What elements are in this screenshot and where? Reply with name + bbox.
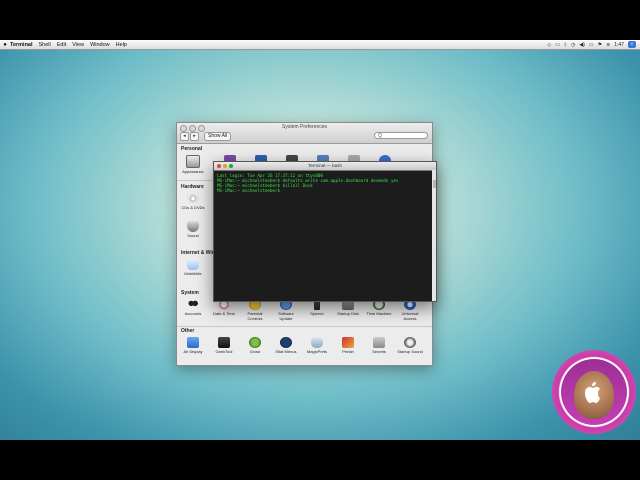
menu-shell[interactable]: Shell [39,42,51,48]
pane-magicprefs[interactable]: MagicPrefs [304,337,330,354]
pane-label: Air Display [183,349,203,354]
secrets-icon [373,337,385,348]
menu-bar: ● Terminal Shell Edit View Window Help ◇… [0,40,640,50]
pane-label: GeekTool [215,349,233,354]
pane-label: Speech [310,311,324,316]
time-machine-icon[interactable]: ◷ [571,42,575,48]
perian-icon [342,337,354,348]
menu-window[interactable]: Window [90,42,110,48]
status-menus: ◇ ▭ ᛒ ◷ ◀) ▭ ⚑ ≋ 1:47 ⌕ [547,41,636,48]
pane-label: Perian [342,349,354,354]
presenter-avatar [552,350,636,434]
pane-label: MobileMe [184,271,202,276]
desktop: ● Terminal Shell Edit View Window Help ◇… [0,40,640,440]
prefs-titlebar[interactable]: System Preferences ◂ ▸ Show All Q [177,123,432,144]
startup-sound-icon [404,337,416,348]
accounts-icon [187,299,199,310]
pane-parental-controls[interactable]: Parental Controls [242,299,268,321]
pane-label: Startup Disk [337,311,359,316]
pane-label: CDs & DVDs [181,205,205,210]
battery-icon[interactable]: ▭ [589,42,594,48]
section-other: Other [181,328,195,334]
pane-growl[interactable]: Growl [242,337,268,354]
section-system: System [181,290,199,296]
terminal-line: MS-iMac:~ michaelsteeber$ [217,188,281,193]
back-button[interactable]: ◂ [180,132,189,141]
pane-geektool[interactable]: GeekTool [211,337,237,354]
menu-help[interactable]: Help [116,42,127,48]
spotlight-icon[interactable]: ⌕ [628,41,636,48]
pane-accounts[interactable]: Accounts [180,299,206,316]
pane-label: Startup Sound [397,349,423,354]
forward-button[interactable]: ▸ [190,132,199,141]
terminal-output[interactable]: Last login: Tue Apr 26 17:37:12 on ttys0… [214,171,436,195]
magicprefs-icon [311,337,323,348]
pane-label: MagicPrefs [306,349,327,354]
display-icon[interactable]: ▭ [555,42,560,48]
cloud-icon [187,259,199,270]
divider [177,326,432,327]
speaker-icon [187,221,199,232]
pane-startup-sound[interactable]: Startup Sound [397,337,423,354]
menubar-clock[interactable]: 1:47 [614,42,624,48]
terminal-title: Terminal — bash [308,163,342,168]
pane-secrets[interactable]: Secrets [366,337,392,354]
growl-icon [249,337,261,348]
cd-icon [187,193,199,204]
pane-label: Date & Time [212,311,235,316]
volume-icon[interactable]: ◀) [579,42,585,48]
pane-label: iStat Menus [275,349,297,354]
pane-universal-access[interactable]: Universal Access [397,299,423,321]
pane-mobileme[interactable]: MobileMe [180,259,206,276]
pane-appearance[interactable]: Appearance [180,155,206,174]
geektool-icon [218,337,230,348]
flag-icon[interactable]: ⚑ [598,42,602,48]
prefs-nav: ◂ ▸ [180,132,199,141]
menu-edit[interactable]: Edit [57,42,66,48]
prefs-search-field[interactable]: Q [374,132,428,139]
wifi-icon[interactable]: ≋ [606,42,610,48]
appearance-icon [186,155,200,168]
section-hardware: Hardware [181,184,204,190]
pane-istat-menus[interactable]: iStat Menus [273,337,299,354]
dropbox-icon[interactable]: ◇ [547,42,551,48]
pane-cds-dvds[interactable]: CDs & DVDs [180,193,206,210]
pane-label: Software Update [278,311,294,321]
pane-label: Accounts [184,311,202,316]
bluetooth-icon[interactable]: ᛒ [564,42,567,48]
pane-label: Secrets [372,349,386,354]
scrollbar-thumb[interactable] [432,180,436,188]
pane-air-display[interactable]: Air Display [180,337,206,354]
pane-label: Universal Access [401,311,419,321]
show-all-button[interactable]: Show All [204,132,232,141]
pane-label: Appearance [182,169,204,174]
pane-label: Growl [249,349,261,354]
pane-software-update[interactable]: Software Update [273,299,299,321]
air-display-icon [187,337,199,348]
pane-label: Parental Controls [247,311,263,321]
section-personal: Personal [181,146,203,152]
pane-perian[interactable]: Perian [335,337,361,354]
pane-label: Time Machine [366,311,392,316]
prefs-title: System Preferences [281,124,328,130]
menu-terminal[interactable]: Terminal [10,42,33,48]
apple-logo-icon [585,382,600,403]
apple-logo-icon[interactable]: ● [0,42,10,48]
istat-icon [280,337,292,348]
terminal-titlebar[interactable]: Terminal — bash [214,162,436,171]
terminal-window: Terminal — bash Last login: Tue Apr 26 1… [213,161,437,302]
terminal-scrollbar[interactable] [432,170,436,301]
avatar-photo [561,359,627,425]
menu-view[interactable]: View [72,42,84,48]
pane-label: Sound [187,233,199,238]
pane-sound[interactable]: Sound [180,221,206,238]
